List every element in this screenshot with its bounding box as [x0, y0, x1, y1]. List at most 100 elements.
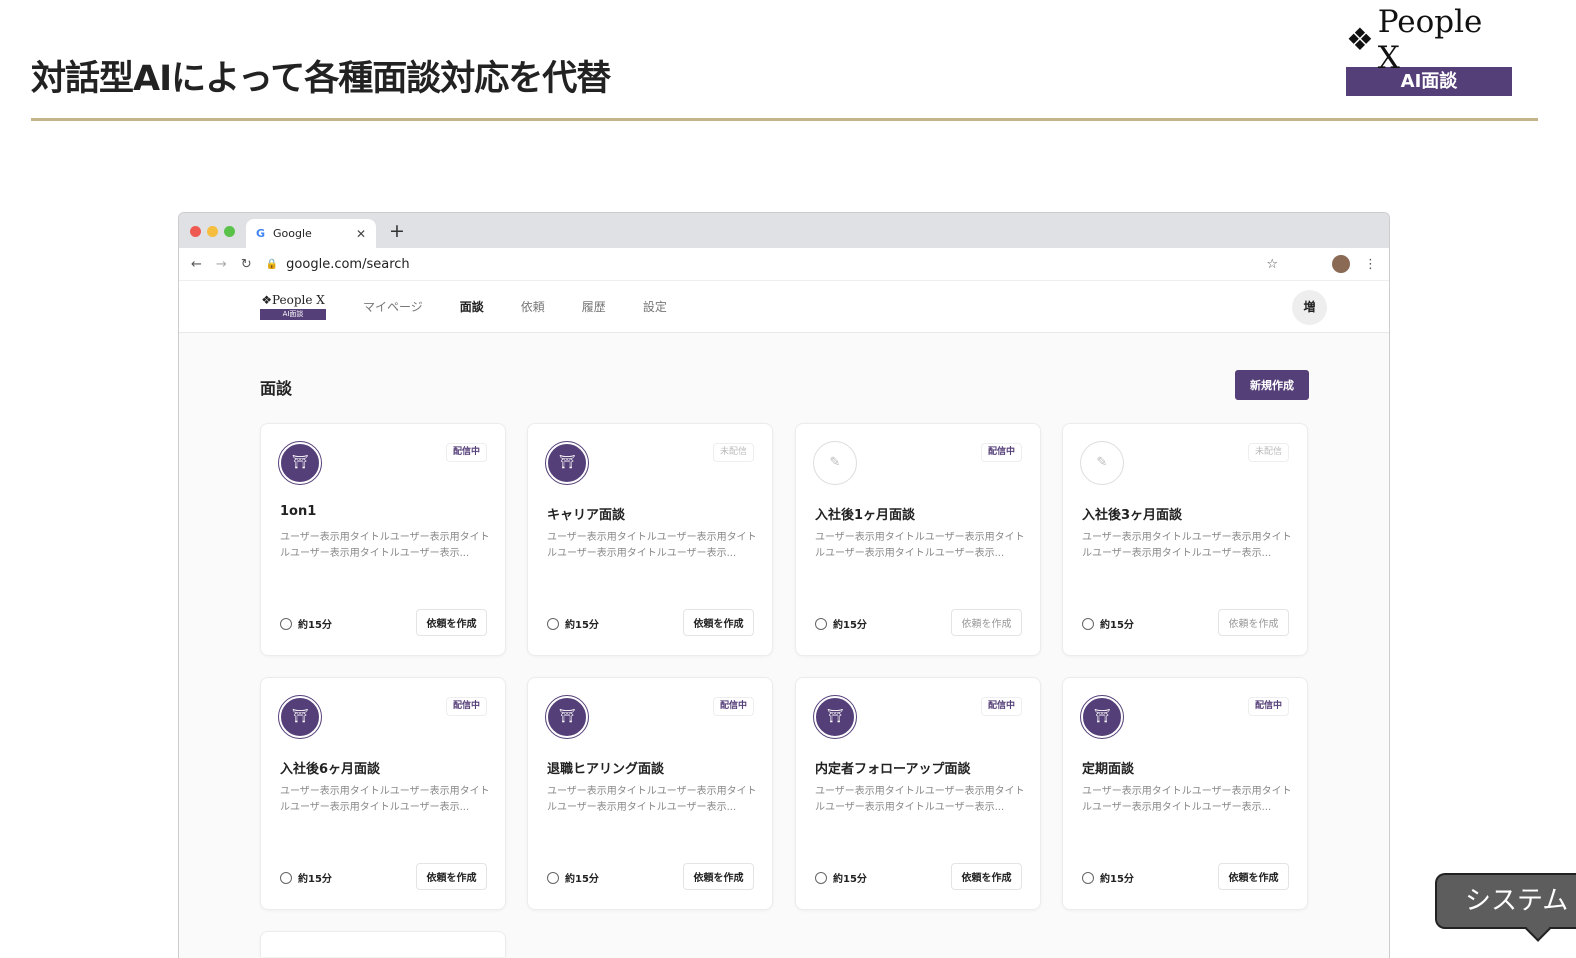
create-request-button[interactable]: 依頼を作成	[951, 863, 1022, 890]
back-icon[interactable]: ←	[191, 257, 202, 272]
lock-icon: 🔒	[265, 258, 279, 270]
slide-title: 対話型AIによって各種面談対応を代替	[31, 59, 611, 99]
status-badge: 未配信	[712, 443, 754, 462]
new-tab-button[interactable]: +	[389, 220, 405, 242]
duration-text: 約15分	[298, 620, 332, 631]
card-title: 退職ヒアリング面談	[547, 762, 665, 777]
diamond-logo-icon: ❖	[1346, 22, 1374, 58]
status-badge: 配信中	[980, 697, 1022, 716]
app-header: ❖People X AI面談 マイページ 面談 依頼 履歴 設定 増	[179, 281, 1389, 333]
interview-card[interactable]: ⛩ 配信中 内定者フォローアップ面談 ユーザー表示用タイトルユーザー表示用タイト…	[795, 677, 1041, 910]
clock-icon	[815, 871, 827, 884]
profile-avatar[interactable]	[1332, 255, 1350, 273]
card-title: 入社後6ヶ月面談	[280, 762, 381, 777]
new-interview-button[interactable]: 新規作成	[1235, 370, 1309, 400]
pencil-icon: ✎	[1080, 441, 1124, 485]
interview-card[interactable]: ⛩ 未配信 キャリア面談 ユーザー表示用タイトルユーザー表示用タイトルユーザー表…	[527, 423, 773, 656]
clock-icon	[1082, 617, 1094, 630]
interview-card[interactable]	[260, 931, 506, 957]
door-icon: ⛩	[278, 441, 322, 485]
card-description: ユーザー表示用タイトルユーザー表示用タイトルユーザー表示用タイトルユーザー表示.…	[815, 786, 1025, 813]
create-request-button[interactable]: 依頼を作成	[416, 863, 487, 890]
duration-text: 約15分	[1100, 620, 1134, 631]
bookmark-star-icon[interactable]: ☆	[1266, 257, 1278, 272]
create-request-button[interactable]: 依頼を作成	[416, 609, 487, 636]
google-favicon-icon: G	[256, 227, 266, 240]
nav-interviews[interactable]: 面談	[460, 298, 484, 315]
duration-text: 約15分	[1100, 874, 1134, 885]
duration: 約15分	[280, 616, 332, 631]
nav-settings[interactable]: 設定	[643, 298, 667, 315]
brand-logo: ❖ People X AI面談	[1346, 4, 1512, 96]
nav-history[interactable]: 履歴	[582, 298, 606, 315]
status-badge: 配信中	[712, 697, 754, 716]
title-divider	[31, 118, 1538, 121]
maximize-window-button[interactable]	[224, 226, 235, 237]
card-description: ユーザー表示用タイトルユーザー表示用タイトルユーザー表示用タイトルユーザー表示.…	[547, 786, 757, 813]
browser-window: G Google ✕ + ← → ↻ 🔒 google.com/search ☆ …	[178, 212, 1390, 958]
card-title: キャリア面談	[547, 508, 626, 523]
nav-mypage[interactable]: マイページ	[363, 298, 423, 315]
reload-icon[interactable]: ↻	[241, 257, 252, 272]
duration: 約15分	[547, 616, 599, 631]
create-request-button[interactable]: 依頼を作成	[951, 609, 1022, 636]
door-icon: ⛩	[813, 695, 857, 739]
interview-card[interactable]: ✎ 配信中 入社後1ヶ月面談 ユーザー表示用タイトルユーザー表示用タイトルユーザ…	[795, 423, 1041, 656]
duration: 約15分	[815, 870, 867, 885]
url-text: google.com/search	[286, 256, 410, 272]
duration-text: 約15分	[833, 874, 867, 885]
duration-text: 約15分	[565, 874, 599, 885]
more-menu-icon[interactable]: ⋮	[1364, 257, 1377, 272]
clock-icon	[280, 617, 292, 630]
interview-card[interactable]: ⛩ 配信中 1on1 ユーザー表示用タイトルユーザー表示用タイトルユーザー表示用…	[260, 423, 506, 656]
card-description: ユーザー表示用タイトルユーザー表示用タイトルユーザー表示用タイトルユーザー表示.…	[280, 786, 490, 813]
page-title: 面談	[260, 379, 293, 398]
duration: 約15分	[815, 616, 867, 631]
tab-title: Google	[273, 227, 312, 240]
create-request-button[interactable]: 依頼を作成	[1218, 609, 1289, 636]
status-badge: 配信中	[980, 443, 1022, 462]
duration: 約15分	[280, 870, 332, 885]
forward-icon[interactable]: →	[216, 257, 227, 272]
card-title: 入社後3ヶ月面談	[1082, 508, 1183, 523]
card-title: 内定者フォローアップ面談	[815, 762, 971, 777]
card-title: 定期面談	[1082, 762, 1135, 777]
status-badge: 配信中	[445, 443, 487, 462]
door-icon: ⛩	[278, 695, 322, 739]
tab-bar: G Google ✕ +	[179, 213, 1389, 248]
interview-card[interactable]: ⛩ 配信中 定期面談 ユーザー表示用タイトルユーザー表示用タイトルユーザー表示用…	[1062, 677, 1308, 910]
tooltip: システム	[1435, 873, 1576, 929]
door-icon: ⛩	[545, 441, 589, 485]
pencil-icon: ✎	[813, 441, 857, 485]
app-logo-badge: AI面談	[260, 309, 326, 320]
create-request-button[interactable]: 依頼を作成	[683, 863, 754, 890]
address-bar-row: ← → ↻ 🔒 google.com/search ☆ ⋮	[179, 248, 1389, 281]
door-icon: ⛩	[545, 695, 589, 739]
clock-icon	[547, 617, 559, 630]
diamond-logo-icon: ❖	[261, 293, 272, 307]
card-title: 入社後1ヶ月面談	[815, 508, 916, 523]
card-description: ユーザー表示用タイトルユーザー表示用タイトルユーザー表示用タイトルユーザー表示.…	[815, 532, 1025, 559]
duration: 約15分	[1082, 616, 1134, 631]
clock-icon	[280, 871, 292, 884]
card-title: 1on1	[280, 504, 317, 519]
user-avatar[interactable]: 増	[1292, 290, 1327, 325]
minimize-window-button[interactable]	[207, 226, 218, 237]
clock-icon	[547, 871, 559, 884]
browser-tab[interactable]: G Google ✕	[246, 219, 376, 248]
interview-card[interactable]: ⛩ 配信中 入社後6ヶ月面談 ユーザー表示用タイトルユーザー表示用タイトルユーザ…	[260, 677, 506, 910]
status-badge: 配信中	[445, 697, 487, 716]
brand-name: People X	[1377, 4, 1483, 76]
card-description: ユーザー表示用タイトルユーザー表示用タイトルユーザー表示用タイトルユーザー表示.…	[280, 532, 490, 559]
nav-requests[interactable]: 依頼	[521, 298, 545, 315]
interview-card[interactable]: ✎ 未配信 入社後3ヶ月面談 ユーザー表示用タイトルユーザー表示用タイトルユーザ…	[1062, 423, 1308, 656]
status-badge: 未配信	[1247, 443, 1289, 462]
duration-text: 約15分	[298, 874, 332, 885]
interview-card[interactable]: ⛩ 配信中 退職ヒアリング面談 ユーザー表示用タイトルユーザー表示用タイトルユー…	[527, 677, 773, 910]
url-field[interactable]: 🔒 google.com/search	[266, 257, 1253, 272]
close-window-button[interactable]	[190, 226, 201, 237]
app-logo[interactable]: ❖People X AI面談	[260, 293, 326, 320]
create-request-button[interactable]: 依頼を作成	[683, 609, 754, 636]
close-tab-icon[interactable]: ✕	[356, 227, 366, 241]
create-request-button[interactable]: 依頼を作成	[1218, 863, 1289, 890]
